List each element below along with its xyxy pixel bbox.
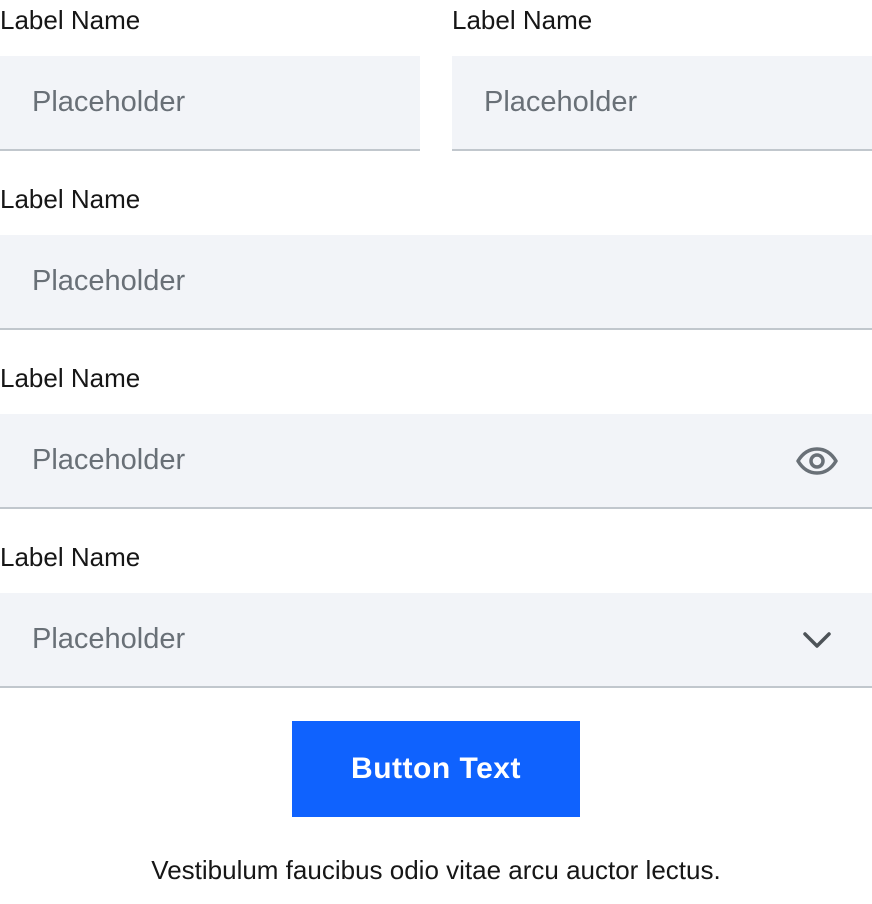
form-row-4: Label Name Placeholder: [0, 537, 872, 688]
form: Label Name Label Name Label Name Label N…: [0, 0, 872, 890]
form-row-2: Label Name: [0, 179, 872, 330]
text-input-right[interactable]: [452, 56, 872, 149]
field-password: Label Name: [0, 358, 872, 509]
text-input-container: [0, 56, 420, 151]
eye-icon[interactable]: [796, 440, 838, 482]
password-input[interactable]: [0, 414, 872, 507]
form-row-3: Label Name: [0, 358, 872, 509]
text-input-container: [452, 56, 872, 151]
field-label: Label Name: [0, 363, 141, 393]
text-input-container: [0, 235, 872, 330]
text-input-full[interactable]: [0, 235, 872, 328]
form-row-1: Label Name Label Name: [0, 0, 872, 151]
dropdown-select[interactable]: Placeholder: [0, 593, 872, 688]
field-label: Label Name: [0, 184, 141, 214]
field-label: Label Name: [0, 5, 141, 35]
field-right: Label Name: [452, 0, 872, 151]
field-select: Label Name Placeholder: [0, 537, 872, 688]
chevron-down-icon[interactable]: [796, 619, 838, 661]
field-label: Label Name: [452, 5, 593, 35]
password-input-container: [0, 414, 872, 509]
primary-button[interactable]: Button Text: [292, 721, 580, 817]
helper-text: Vestibulum faucibus odio vitae arcu auct…: [151, 855, 721, 885]
dropdown-selected-value: Placeholder: [32, 623, 186, 655]
button-row: Button Text: [0, 721, 872, 817]
text-input-left[interactable]: [0, 56, 420, 149]
field-left: Label Name: [0, 0, 420, 151]
field-full: Label Name: [0, 179, 872, 330]
field-label: Label Name: [0, 542, 141, 572]
